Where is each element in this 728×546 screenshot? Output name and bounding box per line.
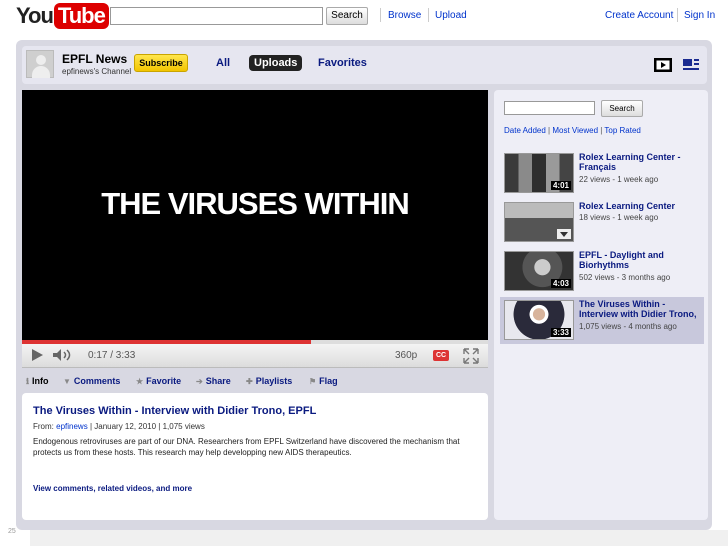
tab-uploads[interactable]: Uploads [249,55,303,71]
tab-flag[interactable]: ⚑ Flag [309,376,338,386]
player-view-icon[interactable] [654,58,672,72]
divider [380,8,381,22]
logo-you: You [16,3,54,28]
sort-most-viewed[interactable]: Most Viewed [552,126,598,135]
tab-playlists-label: Playlists [255,376,293,386]
sign-in-link[interactable]: Sign In [684,10,715,21]
youtube-logo[interactable]: You Tube [16,2,109,30]
video-link[interactable]: The Viruses Within - Interview with Didi… [579,299,703,319]
video-thumbnail[interactable]: 4:03 [504,251,574,291]
video-thumbnail[interactable]: 4:01 [504,153,574,193]
star-icon: ★ [136,377,144,386]
video-thumbnail[interactable] [504,202,574,242]
share-icon: ➔ [196,377,203,386]
view-more-link[interactable]: View comments, related videos, and more [33,484,192,493]
divider [428,8,429,22]
info-panel: The Viruses Within - Interview with Didi… [22,393,488,520]
tab-comments-label: Comments [73,376,121,386]
video-views: 1,075 views - 4 months ago [579,322,677,331]
flag-icon: ⚑ [309,377,317,386]
upload-link[interactable]: Upload [435,10,467,21]
from-label: From: [33,422,54,431]
quality-selector[interactable]: 360p [395,350,417,361]
tab-share[interactable]: ➔ Share [196,376,231,386]
tab-info-label: Info [32,376,49,386]
sort-links: Date Added | Most Viewed | Top Rated [504,126,641,135]
tab-playlists[interactable]: ✚ Playlists [246,376,292,386]
tab-all[interactable]: All [216,57,230,69]
search-input[interactable] [110,7,323,25]
video-title-overlay: THE VIRUSES WITHIN [101,186,410,221]
list-item[interactable]: 4:01 Rolex Learning Center - Français 22… [500,150,704,197]
channel-subtitle: epfinews's Channel [62,67,132,76]
video-title[interactable]: The Viruses Within - Interview with Didi… [33,405,316,417]
upload-date: | January 12, 2010 | 1,075 views [89,422,205,431]
cc-button[interactable]: CC [433,350,449,361]
video-views: 18 views - 1 week ago [579,213,659,222]
avatar[interactable] [26,50,54,78]
comment-icon: ▼ [63,377,71,386]
channel-search-input[interactable] [504,101,595,115]
list-item-selected[interactable]: 3:33 The Viruses Within - Interview with… [500,297,704,344]
play-icon[interactable] [30,348,44,362]
bottom-strip [30,530,728,546]
logo-tube: Tube [53,3,109,29]
divider: | [548,126,551,135]
channel-name[interactable]: EPFL News [62,52,127,66]
chevron-down-icon[interactable] [557,229,571,239]
duration-badge: 4:03 [550,279,571,288]
create-account-link[interactable]: Create Account [605,10,673,21]
duration-badge: 3:33 [550,328,571,337]
divider: | [600,126,603,135]
list-item[interactable]: Rolex Learning Center 18 views - 1 week … [500,199,704,246]
fullscreen-icon[interactable] [463,348,479,364]
video-views: 502 views - 3 months ago [579,273,671,282]
video-thumbnail[interactable]: 3:33 [504,300,574,340]
tab-comments[interactable]: ▼ Comments [63,376,120,386]
tab-favorite-label: Favorite [146,376,182,386]
list-item[interactable]: 4:03 EPFL - Daylight and Biorhythms 502 … [500,248,704,295]
sort-top-rated[interactable]: Top Rated [604,126,640,135]
player-controls: 0:17 / 3:33 360p CC [22,344,488,368]
video-link[interactable]: Rolex Learning Center [579,201,703,211]
tab-flag-label: Flag [319,376,338,386]
action-tabs: ℹ Info ▼ Comments ★ Favorite ➔ Share ✚ Playli… [22,372,488,390]
duration-badge: 4:01 [550,181,571,190]
time-display: 0:17 / 3:33 [88,350,136,361]
uploader-link[interactable]: epfinews [56,422,88,431]
video-meta: From: epfinews | January 12, 2010 | 1,07… [33,422,205,431]
top-bar: You Tube Search Browse Upload Create Acc… [0,0,728,32]
subscribe-button[interactable]: Subscribe [134,54,188,72]
video-link[interactable]: EPFL - Daylight and Biorhythms [579,250,703,270]
tab-favorite[interactable]: ★ Favorite [136,376,181,386]
search-button[interactable]: Search [326,7,368,25]
sort-date-added[interactable]: Date Added [504,126,546,135]
grid-view-icon[interactable] [682,58,700,72]
divider [677,8,678,22]
tab-favorites[interactable]: Favorites [318,57,367,69]
video-views: 22 views - 1 week ago [579,175,659,184]
tab-info[interactable]: ℹ Info [26,376,49,386]
info-icon: ℹ [26,377,30,386]
page-number: 25 [8,528,16,535]
plus-icon: ✚ [246,377,253,386]
video-description: Endogenous retroviruses are part of our … [33,437,460,457]
video-player[interactable]: THE VIRUSES WITHIN [22,90,488,340]
browse-link[interactable]: Browse [388,10,421,21]
tab-share-label: Share [205,376,231,386]
volume-icon[interactable] [52,348,74,362]
channel-search-button[interactable]: Search [601,100,643,117]
video-link[interactable]: Rolex Learning Center - Français [579,152,703,172]
